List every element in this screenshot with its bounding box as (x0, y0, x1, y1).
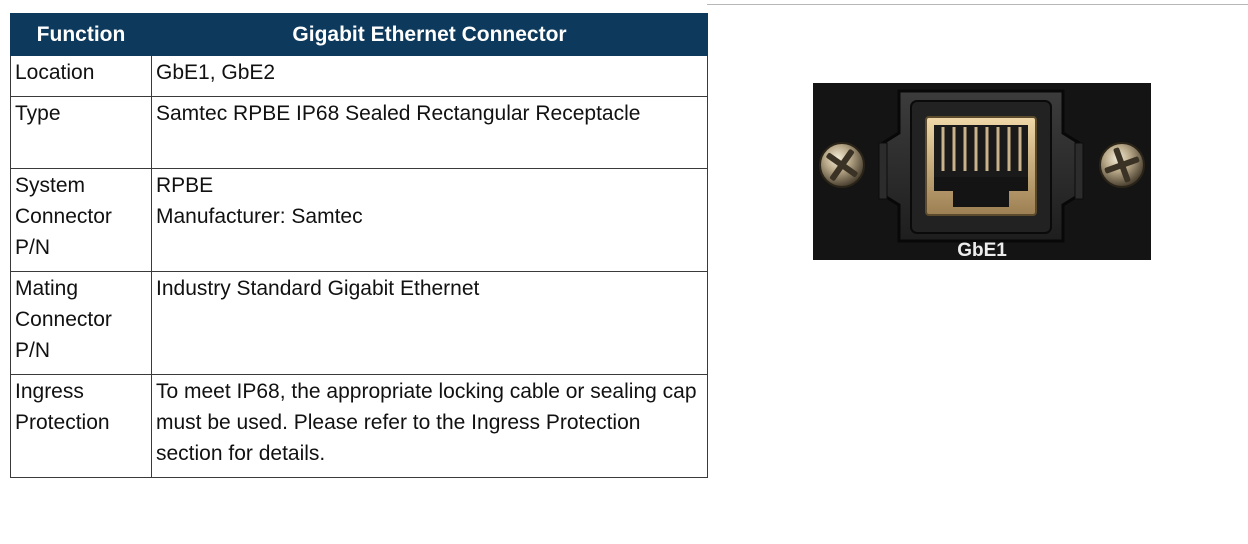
row-label-type: Type (10, 96, 152, 169)
top-divider (707, 4, 1248, 5)
row-value-location: GbE1, GbE2 (151, 55, 708, 97)
right-screw-icon (1099, 142, 1145, 188)
row-label-mating-connector: Mating Connector P/N (10, 271, 152, 375)
row-label-location: Location (10, 55, 152, 97)
rj45-socket-icon (925, 116, 1037, 216)
connector-spec-table: Function Gigabit Ethernet Connector Loca… (10, 13, 708, 478)
table-row: Ingress Protection To meet IP68, the app… (10, 374, 708, 478)
connector-photo: GbE1 (813, 83, 1151, 260)
row-value-ingress-protection: To meet IP68, the appropriate locking ca… (151, 374, 708, 478)
table-row: Location GbE1, GbE2 (10, 55, 708, 97)
table-row: System Connector P/N RPBE Manufacturer: … (10, 168, 708, 272)
row-value-system-connector: RPBE Manufacturer: Samtec (151, 168, 708, 272)
row-label-system-connector: System Connector P/N (10, 168, 152, 272)
row-value-mating-connector: Industry Standard Gigabit Ethernet (151, 271, 708, 375)
header-function: Function (10, 13, 152, 56)
header-connector: Gigabit Ethernet Connector (151, 13, 708, 56)
row-value-type: Samtec RPBE IP68 Sealed Rectangular Rece… (151, 96, 708, 169)
table-row: Mating Connector P/N Industry Standard G… (10, 271, 708, 375)
port-label: GbE1 (957, 240, 1007, 260)
row-label-ingress-protection: Ingress Protection (10, 374, 152, 478)
table-row: Type Samtec RPBE IP68 Sealed Rectangular… (10, 96, 708, 169)
left-screw-icon (819, 142, 865, 188)
rj45-port-illustration: GbE1 (819, 89, 1145, 260)
table-header-row: Function Gigabit Ethernet Connector (10, 13, 708, 56)
